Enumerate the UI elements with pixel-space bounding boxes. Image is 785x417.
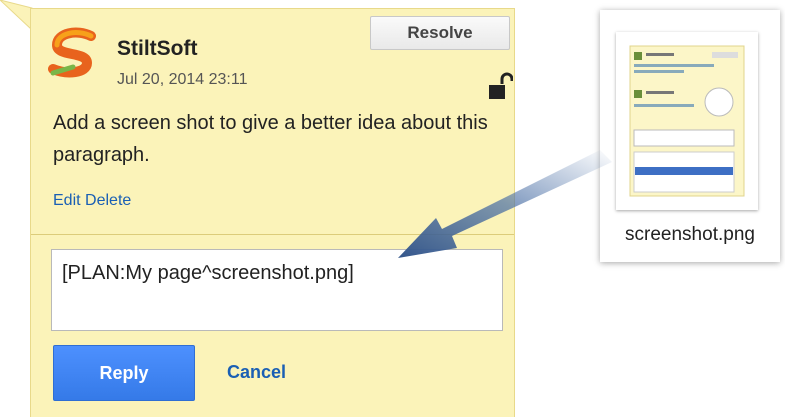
comment-author: StiltSoft (117, 37, 198, 60)
edit-link[interactable]: Edit (53, 192, 81, 209)
comment-text: Add a screen shot to give a better idea … (53, 112, 488, 166)
reply-button[interactable]: Reply (53, 345, 195, 401)
divider (31, 234, 514, 235)
unlock-icon[interactable] (489, 71, 513, 101)
comment-date: Jul 20, 2014 23:11 (117, 71, 248, 88)
thumbnail-image (629, 45, 745, 197)
reply-input[interactable]: [PLAN:My page^screenshot.png] (51, 249, 503, 331)
comment-actions: Edit Delete (53, 192, 131, 210)
stiltsoft-logo (48, 27, 96, 78)
delete-link[interactable]: Delete (85, 192, 131, 209)
resolve-button[interactable]: Resolve (370, 16, 510, 50)
comment-card: StiltSoft Jul 20, 2014 23:11 Resolve Add… (30, 8, 515, 417)
file-thumbnail (616, 32, 758, 210)
cancel-button[interactable]: Cancel (227, 362, 286, 383)
attachment-file[interactable]: screenshot.png (600, 10, 780, 262)
file-name: screenshot.png (625, 224, 755, 245)
